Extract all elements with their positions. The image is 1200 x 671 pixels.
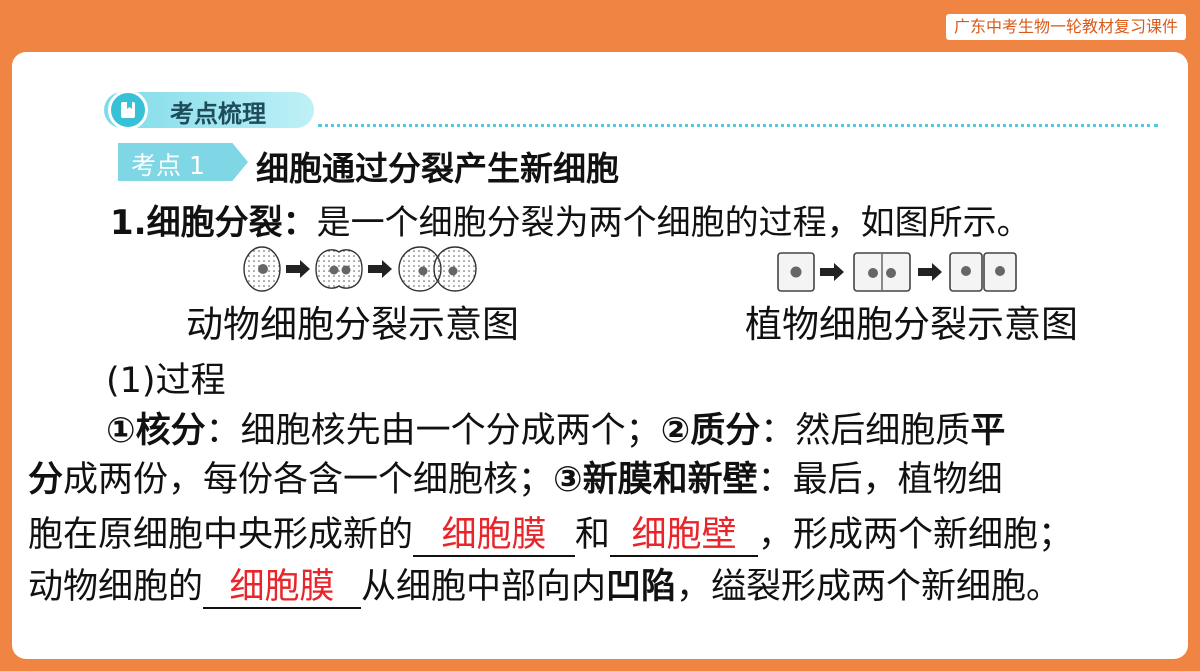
process-line-1: ①核分：细胞核先由一个分成两个；②质分：然后细胞质平 (106, 402, 1005, 453)
process-text: ，缢裂形成两个新细胞。 (676, 567, 1062, 607)
section-divider (318, 124, 1158, 127)
process-text: 和 (575, 515, 611, 555)
keyword-split: 分 (28, 460, 64, 500)
topic-title: 细胞通过分裂产生新细胞 (256, 149, 619, 188)
animal-caption: 动物细胞分裂示意图 (186, 303, 519, 346)
definition-text: 是一个细胞分裂为两个细胞的过程，如图所示。 (316, 203, 1031, 243)
process-heading: (1)过程 (106, 361, 226, 401)
process-text: 动物细胞的 (28, 567, 204, 607)
process-line-4: 动物细胞的 细胞膜 从细胞中部向内凹陷，缢裂形成两个新细胞。 (28, 558, 1061, 609)
course-tag: 广东中考生物一轮教材复习课件 (945, 14, 1186, 40)
process-text: 从细胞中部向内 (361, 567, 607, 607)
definition-term: 1.细胞分裂： (110, 203, 317, 243)
process-text: ：细胞核先由一个分成两个； (205, 411, 661, 451)
answer-blank-membrane: 细胞膜 (413, 515, 576, 557)
process-line-3: 胞在原细胞中央形成新的 细胞膜和细胞壁 ，形成两个新细胞； (28, 506, 1073, 557)
plant-caption: 植物细胞分裂示意图 (745, 303, 1078, 346)
section-label: 考点梳理 (170, 100, 266, 128)
keyword-new-membrane-wall: ③新膜和新壁 (553, 460, 758, 500)
topic-tag: 考点 1 (131, 151, 205, 180)
bookmark-icon (108, 90, 148, 130)
process-text: ：然后细胞质 (760, 411, 971, 451)
process-text: 胞在原细胞中央形成新的 (28, 515, 414, 555)
process-text: 成两份，每份各含一个细胞核； (63, 460, 554, 500)
answer-blank-animal-membrane: 细胞膜 (203, 567, 362, 609)
process-line-2: 分成两份，每份各含一个细胞核；③新膜和新壁：最后，植物细 (28, 451, 1003, 502)
keyword-nucleus-division: ①核分 (106, 411, 206, 451)
process-text: ，形成两个新细胞； (758, 515, 1074, 555)
definition-line: 1.细胞分裂：是一个细胞分裂为两个细胞的过程，如图所示。 (110, 195, 1031, 244)
process-text: ：最后，植物细 (757, 460, 1003, 500)
animal-cell-division-diagram (243, 246, 477, 292)
keyword-even: 平 (970, 411, 1006, 451)
keyword-cytoplasm-division: ②质分 (660, 411, 761, 451)
answer-blank-wall: 细胞壁 (610, 515, 759, 557)
plant-cell-division-diagram (777, 252, 1017, 292)
keyword-indent: 凹陷 (606, 567, 677, 607)
